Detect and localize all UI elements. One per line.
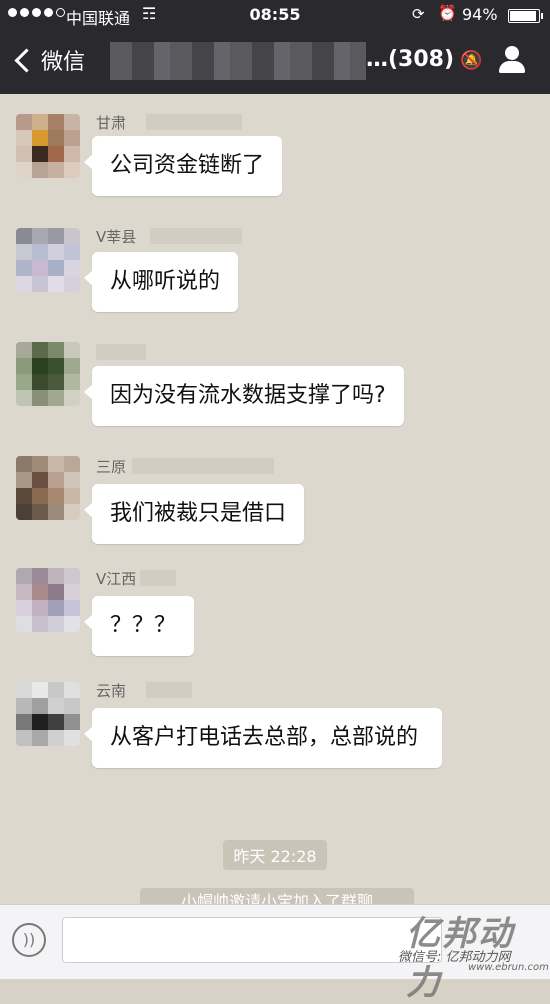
- voice-input-icon[interactable]: )): [12, 923, 46, 957]
- message-input[interactable]: [62, 917, 442, 963]
- battery-icon: [508, 9, 543, 23]
- sender-name: V江西: [96, 570, 137, 588]
- sender-name: 甘肃: [96, 114, 127, 132]
- sender-blurred-region: [132, 458, 274, 474]
- back-label: 微信: [41, 50, 86, 75]
- sender-name: 三原: [96, 458, 127, 476]
- sender-name: V莘县: [96, 228, 137, 246]
- message-bubble[interactable]: ？？？: [83, 596, 195, 656]
- sender-blurred-region: [146, 682, 192, 698]
- sender-blurred-region: [96, 344, 146, 360]
- message-bubble[interactable]: 从客户打电话去总部，总部说的: [84, 708, 442, 768]
- message-bubble[interactable]: 我们被裁只是借口: [83, 484, 305, 544]
- chat-area[interactable]: 甘肃 公司资金链断了 V莘县 从哪听说的 因为没有流水数据支撑了吗? 三原 我们…: [0, 94, 550, 904]
- group-member-icon[interactable]: [496, 46, 530, 76]
- avatar[interactable]: [16, 342, 80, 406]
- input-bar: )): [0, 904, 550, 979]
- message-bubble[interactable]: 公司资金链断了: [83, 136, 283, 196]
- avatar[interactable]: [16, 228, 80, 292]
- sender-name: 云南: [96, 682, 127, 700]
- timestamp: 昨天 22:28: [0, 840, 550, 870]
- timestamp-label: 昨天 22:28: [223, 840, 327, 870]
- avatar[interactable]: [16, 568, 80, 632]
- back-button[interactable]: 微信: [12, 44, 85, 76]
- sender-blurred-region: [146, 114, 242, 130]
- message-bubble[interactable]: 因为没有流水数据支撑了吗?: [84, 366, 404, 426]
- title-blurred-region: [110, 42, 366, 80]
- status-bar: 中国联通 ☶ 08:55 ⟳ ⏰ 94%: [0, 0, 550, 30]
- avatar[interactable]: [16, 456, 80, 520]
- message-bubble[interactable]: 从哪听说的: [83, 252, 239, 312]
- nav-bar: 微信 …(308) 🔕: [0, 30, 550, 94]
- battery-percent: 94%: [462, 5, 498, 24]
- sender-blurred-region: [140, 570, 176, 586]
- avatar[interactable]: [16, 682, 80, 746]
- alarm-icon: ⏰: [438, 4, 457, 22]
- mute-bell-icon: 🔕: [460, 50, 483, 71]
- rotation-lock-icon: ⟳: [412, 5, 425, 23]
- avatar[interactable]: [16, 114, 80, 178]
- chevron-left-icon: [14, 47, 39, 73]
- sender-blurred-region: [150, 228, 242, 244]
- chat-title: …(308): [366, 47, 455, 72]
- system-note: 小帽帅邀请小宝加入了群聊: [140, 888, 414, 904]
